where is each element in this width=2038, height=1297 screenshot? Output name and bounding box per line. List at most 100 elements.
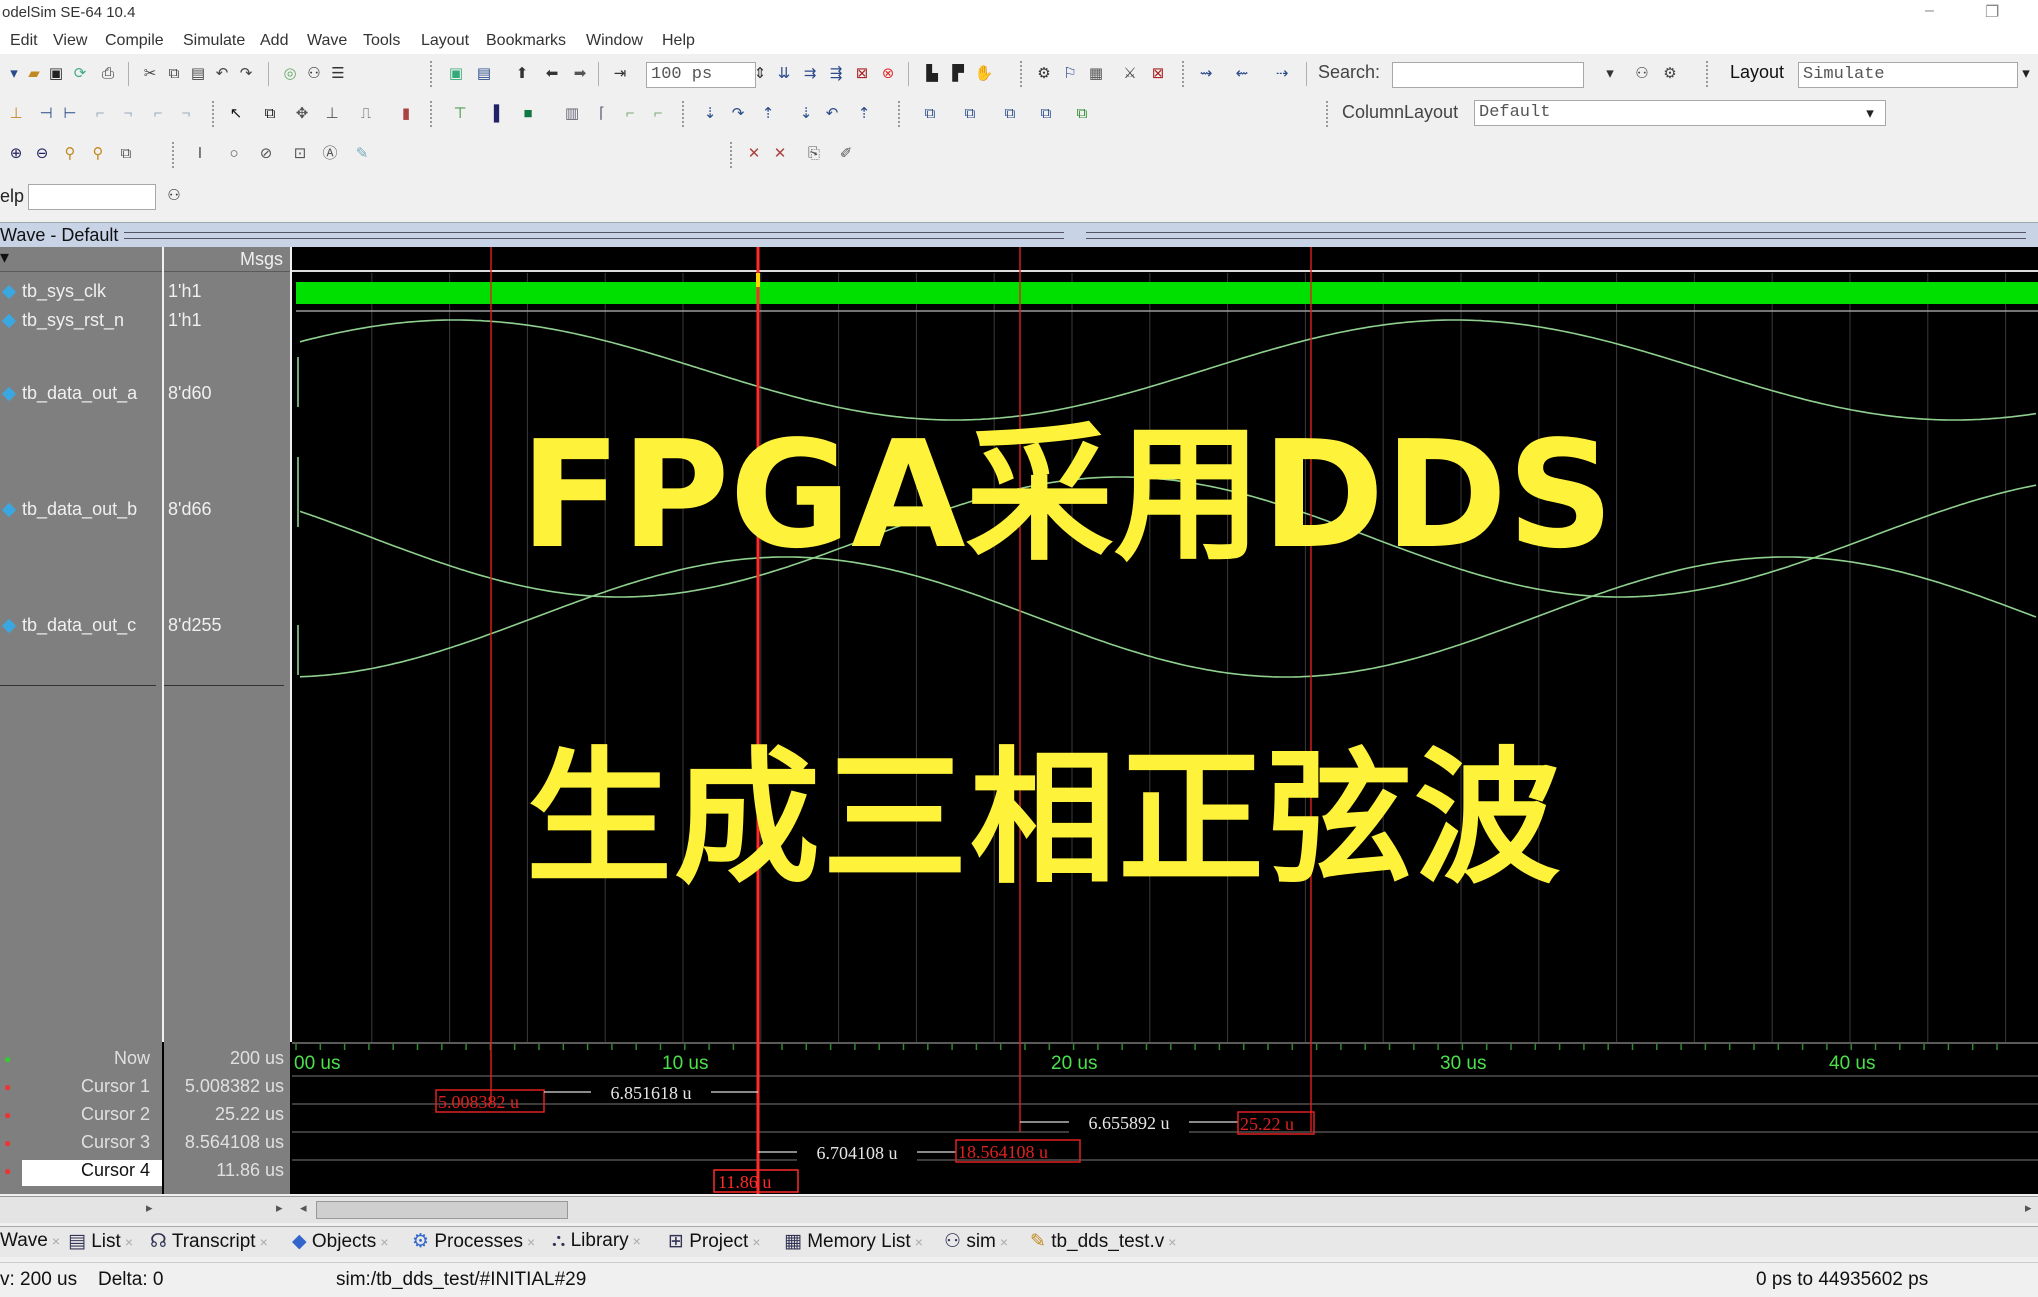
search-options-icon[interactable]: ⚙ xyxy=(1660,64,1680,84)
step-over-2-icon[interactable]: ↷ xyxy=(728,104,748,124)
scroll-right-icon[interactable]: ▸ xyxy=(146,1200,153,1216)
paste-icon[interactable]: ▤ xyxy=(188,64,208,84)
search-input[interactable] xyxy=(1392,62,1584,88)
step-icon[interactable]: ▙ xyxy=(922,64,942,84)
cursor-3-name[interactable]: Cursor 3 xyxy=(0,1132,150,1153)
force-io-icon[interactable]: ⊘ xyxy=(256,144,276,164)
step-back-icon[interactable]: ⇣ xyxy=(796,104,816,124)
tab-sim[interactable]: ⚇ sim × xyxy=(944,1230,1008,1253)
waveform-icon[interactable]: ⎍ xyxy=(356,104,376,124)
fall-icon[interactable]: ⌐ xyxy=(648,104,668,124)
compare-3-icon[interactable]: ⧉ xyxy=(1000,104,1020,124)
compare-icon[interactable]: ⧉ xyxy=(920,104,940,124)
menu-view[interactable]: View xyxy=(53,32,87,50)
cursor-4-name[interactable]: Cursor 4 xyxy=(0,1160,150,1181)
rise-icon[interactable]: ⌐ xyxy=(620,104,640,124)
column-layout-select[interactable]: Default xyxy=(1474,100,1886,126)
breakpoint-icon[interactable]: ⚔ xyxy=(1120,64,1140,84)
find-prev-icon[interactable]: ⇜ xyxy=(1232,64,1252,84)
continue-icon[interactable]: ⇉ xyxy=(800,64,820,84)
menu-tools[interactable]: Tools xyxy=(363,32,400,50)
tab-tb-dds-test[interactable]: ✎ tb_dds_test.v × xyxy=(1030,1230,1176,1253)
force-z-icon[interactable]: ⊡ xyxy=(290,144,310,164)
menu-compile[interactable]: Compile xyxy=(105,32,164,50)
tab-transcript[interactable]: ☊ Transcript × xyxy=(150,1230,268,1253)
find-binoculars-icon[interactable]: ⚇ xyxy=(304,64,324,84)
edge-3-icon[interactable]: ⌐ xyxy=(148,104,168,124)
edge-1-icon[interactable]: ⌐ xyxy=(90,104,110,124)
search-binoculars-icon[interactable]: ⚇ xyxy=(1632,64,1652,84)
scroll-thumb[interactable] xyxy=(316,1201,568,1219)
compile-all-icon[interactable]: ▤ xyxy=(474,64,494,84)
find-next-icon[interactable]: ⇝ xyxy=(1196,64,1216,84)
cursor-2-name[interactable]: Cursor 2 xyxy=(0,1104,150,1125)
step-over-icon[interactable]: ▛ xyxy=(948,64,968,84)
zoom-full-icon[interactable]: ⚲ xyxy=(60,144,80,164)
erase-icon[interactable]: ✐ xyxy=(836,144,856,164)
compare-2-icon[interactable]: ⧉ xyxy=(960,104,980,124)
zoom-out-icon[interactable]: ⊖ xyxy=(32,144,52,164)
delete-cursor-icon[interactable]: ▐ xyxy=(484,104,504,124)
select-mode-icon[interactable]: ↖ xyxy=(226,104,246,124)
break-icon[interactable]: ⊠ xyxy=(852,64,872,84)
open-icon[interactable]: ▰ xyxy=(24,64,44,84)
tab-project[interactable]: ⊞ Project × xyxy=(668,1230,761,1253)
bus-icon[interactable]: ▥ xyxy=(562,104,582,124)
cut-icon[interactable]: ✂ xyxy=(140,64,160,84)
stop-icon[interactable]: ⊗ xyxy=(878,64,898,84)
column-layout-dropdown-icon[interactable]: ▾ xyxy=(1860,104,1880,124)
pan-mode-icon[interactable]: ✥ xyxy=(292,104,312,124)
step-back-over-icon[interactable]: ↶ xyxy=(822,104,842,124)
menu-layout[interactable]: Layout xyxy=(421,32,469,50)
help-search-icon[interactable]: ⚇ xyxy=(164,186,184,206)
step-back-out-icon[interactable]: ⇡ xyxy=(854,104,874,124)
memory-icon[interactable]: ▦ xyxy=(1086,64,1106,84)
schematic-icon[interactable]: ⚐ xyxy=(1060,64,1080,84)
menu-add[interactable]: Add xyxy=(260,32,288,50)
layout-dropdown-icon[interactable]: ▾ xyxy=(2016,64,2036,84)
search-dropdown-icon[interactable]: ▾ xyxy=(1600,64,1620,84)
run-length-spinner-icon[interactable]: ⇕ xyxy=(750,64,770,84)
insert-cursor-icon[interactable]: ⊤ xyxy=(450,104,470,124)
scroll-left-icon[interactable]: ◂ xyxy=(300,1200,307,1216)
menu-bookmarks[interactable]: Bookmarks xyxy=(486,32,566,50)
menu-edit[interactable]: Edit xyxy=(10,32,38,50)
zoom-range-icon[interactable]: ⧉ xyxy=(116,144,136,164)
restart-icon[interactable]: ⇥ xyxy=(610,64,630,84)
find-options-icon[interactable]: ⇢ xyxy=(1272,64,1292,84)
undo-icon[interactable]: ↶ xyxy=(212,64,232,84)
horizontal-scrollbar[interactable]: ▸ ▸ ◂ ▸ xyxy=(0,1196,2038,1223)
layout-select[interactable]: Simulate xyxy=(1798,62,2018,88)
tab-objects[interactable]: ◆ Objects × xyxy=(292,1230,389,1253)
copy-wave-icon[interactable]: ⎘ xyxy=(804,144,824,164)
reload-icon[interactable]: ⟳ xyxy=(70,64,90,84)
tab-list[interactable]: ▤ List × xyxy=(68,1230,133,1253)
signal-tb-sys-rst-n[interactable]: tb_sys_rst_n xyxy=(1,310,124,331)
run-icon[interactable]: ⇊ xyxy=(774,64,794,84)
scroll-right-2-icon[interactable]: ▸ xyxy=(276,1200,283,1216)
edit-mode-icon[interactable]: ⊥ xyxy=(322,104,342,124)
copy-icon[interactable]: ⧉ xyxy=(164,64,184,84)
help-input[interactable] xyxy=(28,184,156,210)
compare-4-icon[interactable]: ⧉ xyxy=(1036,104,1056,124)
forward-arrow-icon[interactable]: ➡ xyxy=(570,64,590,84)
zoom-cursor-icon[interactable]: ⚲ xyxy=(88,144,108,164)
edge-2-icon[interactable]: ¬ xyxy=(118,104,138,124)
force-0-icon[interactable]: ○ xyxy=(224,144,244,164)
menu-simulate[interactable]: Simulate xyxy=(183,32,245,50)
hand-icon[interactable]: ✋ xyxy=(974,64,994,84)
force-clear-icon[interactable]: ✎ xyxy=(352,144,372,164)
compile-icon[interactable]: ▣ xyxy=(446,64,466,84)
expand-icon[interactable]: ⌈ xyxy=(592,104,612,124)
step-into-icon[interactable]: ⇣ xyxy=(700,104,720,124)
signal-tb-data-out-b[interactable]: tb_data_out_b xyxy=(1,499,137,520)
clear-breakpoints-icon[interactable]: ⊠ xyxy=(1148,64,1168,84)
signal-tb-sys-clk[interactable]: tb_sys_clk xyxy=(1,281,106,302)
save-icon[interactable]: ▣ xyxy=(46,64,66,84)
signal-tb-data-out-a[interactable]: tb_data_out_a xyxy=(1,383,137,404)
list-icon[interactable]: ☰ xyxy=(328,64,348,84)
cursor-1-name[interactable]: Cursor 1 xyxy=(0,1076,150,1097)
next-edge-icon[interactable]: ⊢ xyxy=(60,104,80,124)
minimize-icon[interactable]: – xyxy=(1925,2,1934,20)
redo-icon[interactable]: ↷ xyxy=(236,64,256,84)
